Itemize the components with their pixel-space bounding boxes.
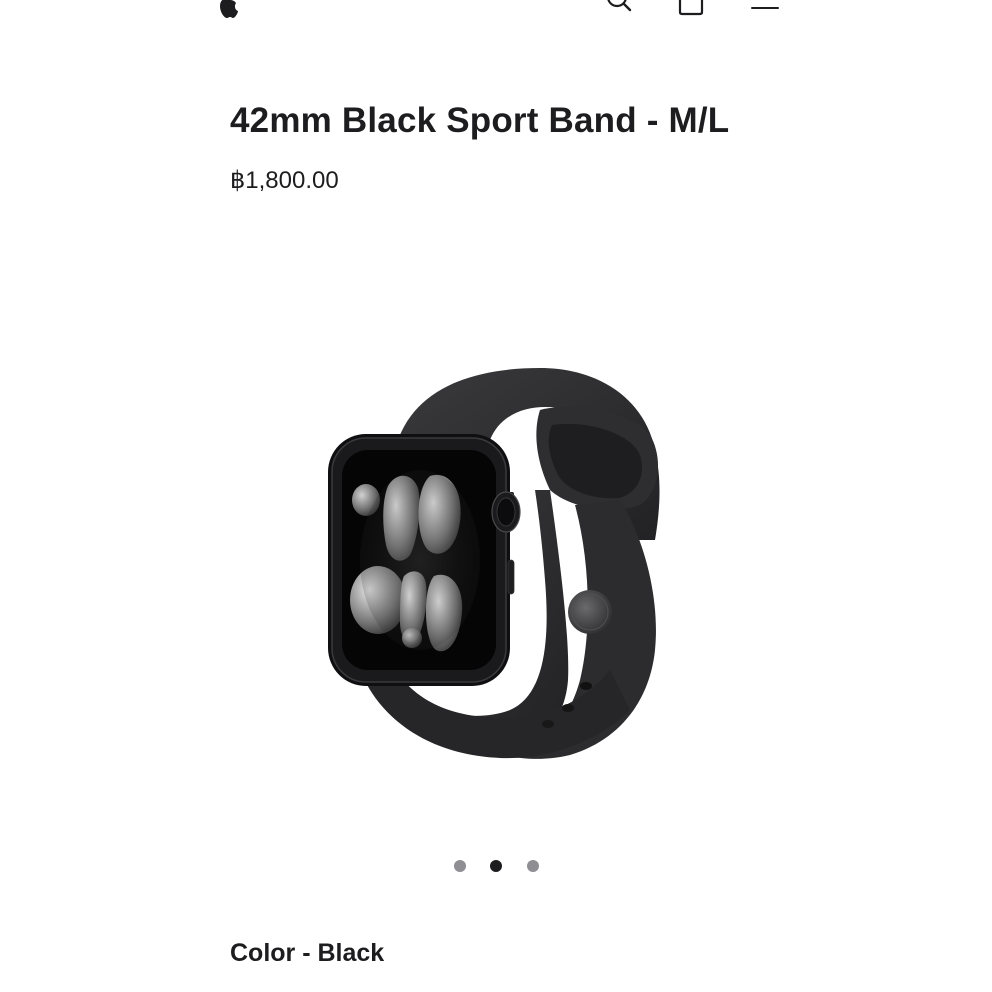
product-title: 42mm Black Sport Band - M/L [230, 101, 730, 140]
gallery-dot-active[interactable] [490, 860, 502, 872]
product-page: 42mm Black Sport Band - M/L ฿1,800.00 Co… [0, 0, 992, 992]
product-image [328, 368, 660, 759]
menu-icon[interactable] [750, 0, 780, 18]
color-label: Color - Black [230, 939, 385, 967]
gallery-pagination [450, 860, 550, 874]
bag-icon[interactable] [676, 0, 706, 18]
gallery-dot[interactable] [454, 860, 466, 872]
apple-logo[interactable] [214, 0, 244, 18]
product-price: ฿1,800.00 [230, 167, 339, 194]
search-icon[interactable] [604, 0, 634, 18]
gallery-dot[interactable] [527, 860, 539, 872]
